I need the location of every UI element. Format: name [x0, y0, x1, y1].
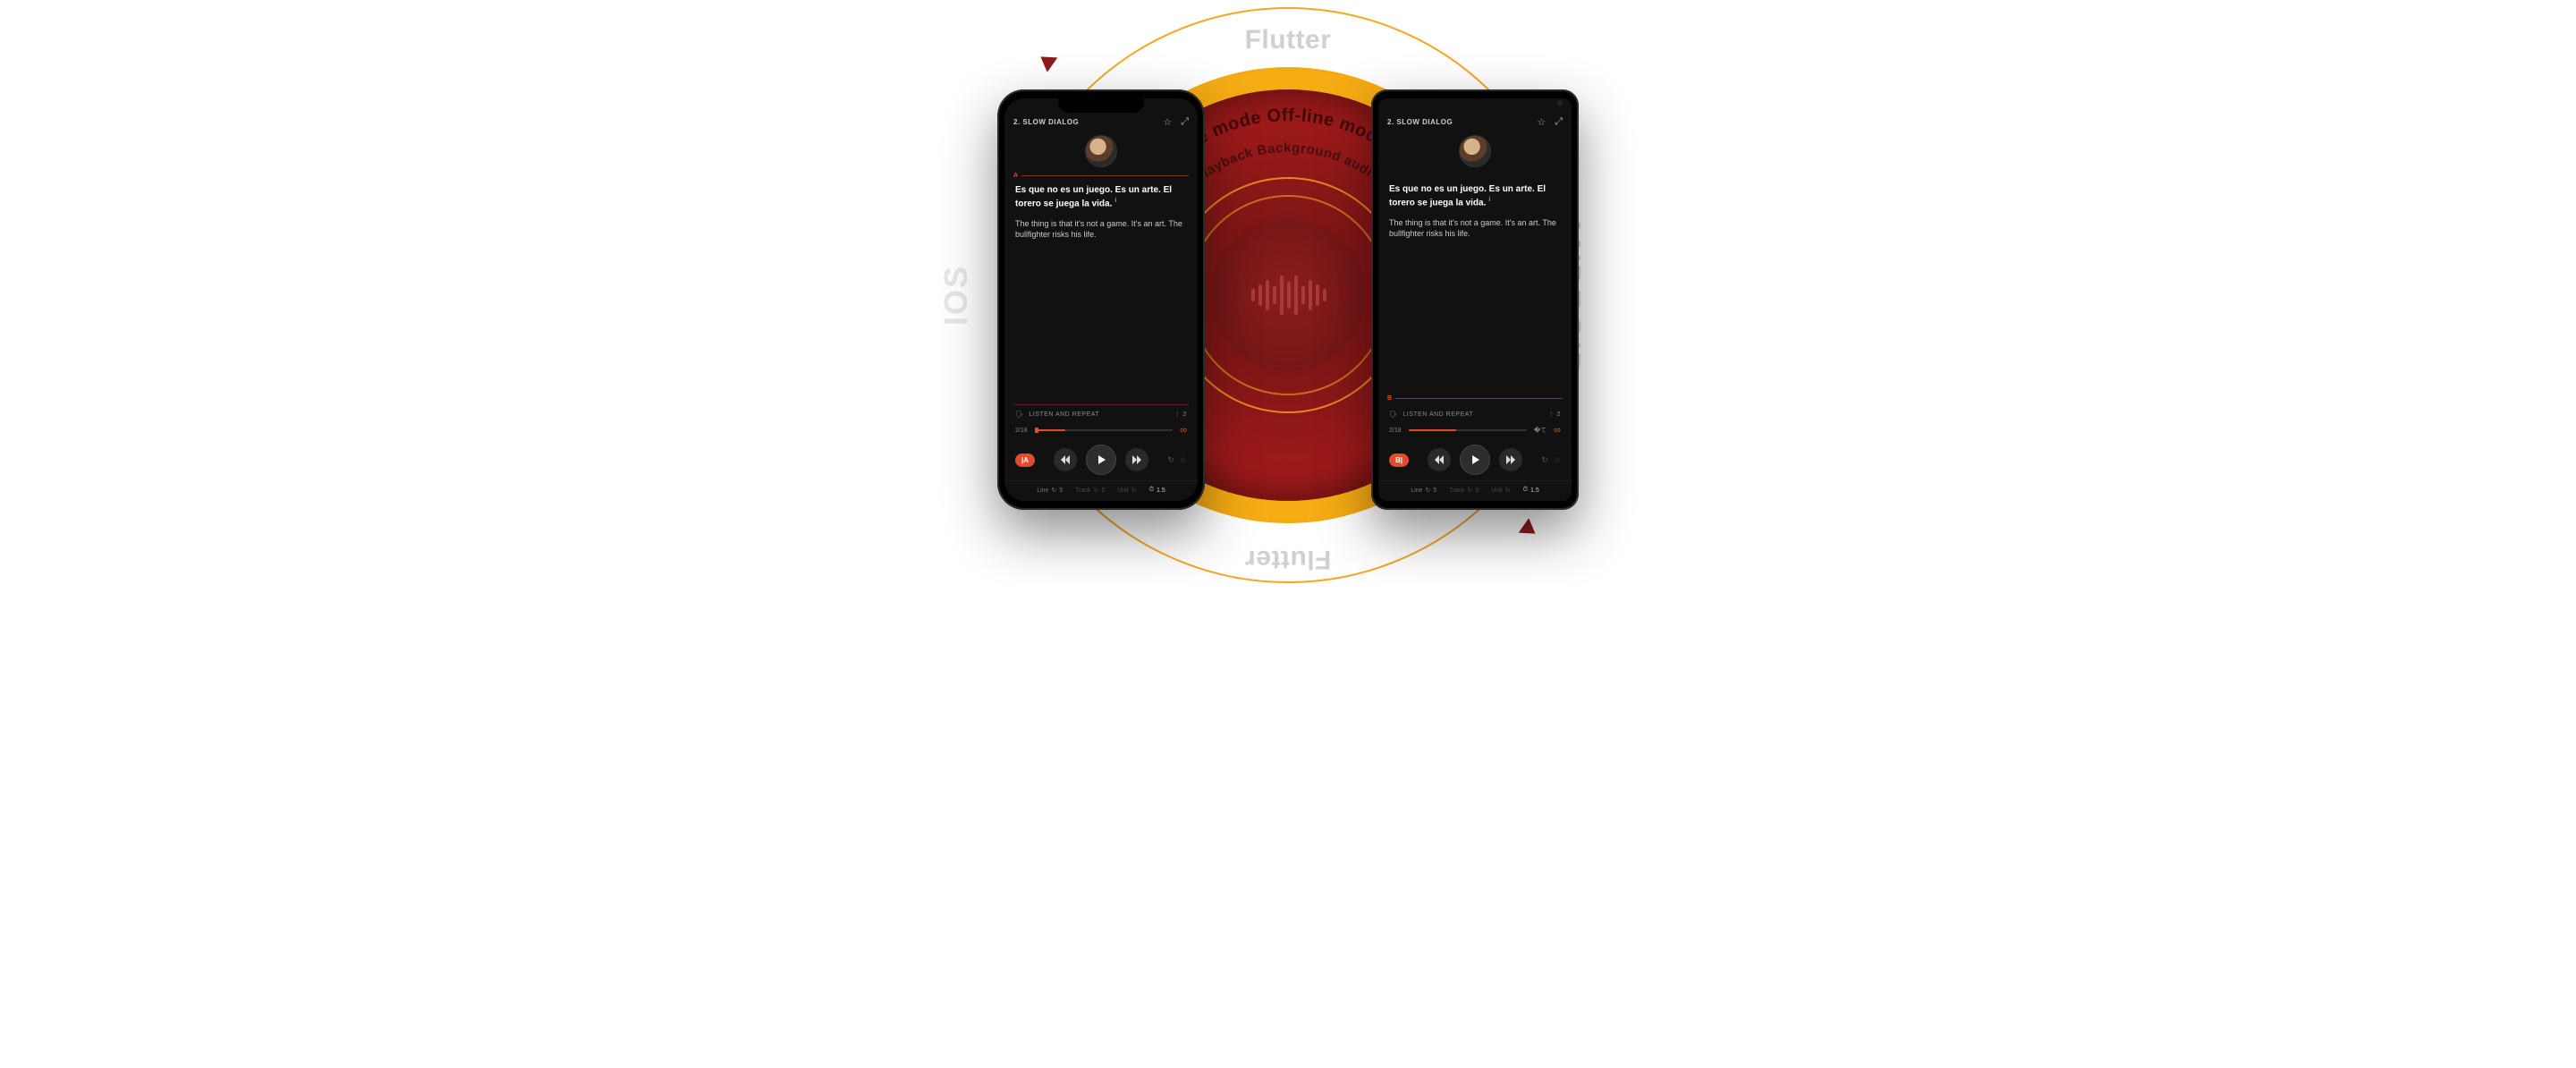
progress-counter: 2/18	[1389, 428, 1402, 434]
iphone-notch	[1058, 97, 1144, 113]
diagram-stage: Off-line mode Off-line mode Off-line mod…	[586, 0, 1990, 590]
forward-button[interactable]	[1499, 448, 1522, 471]
ios-label: IOS	[937, 265, 975, 326]
ab-marker-pill[interactable]: B|	[1389, 453, 1409, 467]
play-button[interactable]	[1086, 445, 1116, 475]
flutter-label-top: Flutter	[1245, 25, 1332, 55]
listen-count: ⋮ 2	[1548, 411, 1561, 418]
core-disc	[1212, 219, 1364, 371]
unit-selector[interactable]: Unit ↻	[1491, 487, 1510, 494]
orbit-arrow-icon	[1036, 49, 1058, 72]
screen-title: 2. SLOW DIALOG	[1387, 118, 1453, 126]
speed-control[interactable]: ⏱ 1.5	[1523, 487, 1539, 494]
ios-screen: 2. SLOW DIALOG ☆ ⤢ A Es que no es un jue…	[1004, 98, 1198, 501]
star-outline-icon[interactable]: ☆	[1180, 455, 1187, 465]
android-screen: 2. SLOW DIALOG ☆ ⤢ Es que no es un juego…	[1378, 98, 1572, 501]
translation-sentence: The thing is that it's not a game. It's …	[1015, 218, 1187, 240]
track-selector[interactable]: Track ↻ 5	[1075, 487, 1105, 494]
star-icon[interactable]: ☆	[1537, 116, 1546, 128]
footnote-marker[interactable]: i	[1488, 197, 1490, 203]
repeat-icon[interactable]: ↻	[1167, 455, 1174, 465]
flutter-label-bottom: Flutter	[1245, 544, 1332, 574]
ab-marker-pill[interactable]: |A	[1015, 453, 1035, 467]
bottom-bar: Line ↻ 5 Track ↻ 5 Unit ↻ ⏱ 1.5	[1004, 480, 1198, 501]
ab-range-icon[interactable]: �て	[1534, 426, 1546, 435]
android-camera-dot	[1557, 100, 1563, 106]
star-icon[interactable]: ☆	[1163, 116, 1172, 128]
speed-control[interactable]: ⏱ 1.5	[1149, 487, 1165, 494]
speaker-avatar[interactable]	[1085, 135, 1117, 167]
orbit-arrow-icon	[1519, 518, 1541, 541]
waveform-icon	[1248, 273, 1328, 318]
progress-bar[interactable]	[1035, 429, 1174, 431]
progress-bar[interactable]	[1409, 429, 1527, 431]
repeat-icon[interactable]: ↻	[1541, 455, 1548, 465]
progress-counter: 2/18	[1015, 428, 1028, 434]
play-button[interactable]	[1460, 445, 1490, 475]
unit-selector[interactable]: Unit ↻	[1117, 487, 1136, 494]
line-selector[interactable]: Line ↻ 5	[1037, 487, 1063, 494]
listen-repeat-label: LISTEN AND REPEAT	[1029, 411, 1099, 418]
listen-repeat-label: LISTEN AND REPEAT	[1402, 411, 1473, 418]
marker-line	[1021, 175, 1189, 176]
listen-repeat-icon[interactable]: 🗣	[1015, 411, 1023, 418]
star-outline-icon[interactable]: ☆	[1554, 455, 1561, 465]
listen-repeat-icon[interactable]: 🗣	[1389, 411, 1397, 418]
top-bar: 2. SLOW DIALOG ☆ ⤢	[1378, 98, 1572, 133]
footnote-marker[interactable]: i	[1114, 198, 1116, 204]
loop-icon[interactable]: ∞	[1554, 425, 1561, 436]
forward-button[interactable]	[1125, 448, 1148, 471]
marker-b-label: B	[1387, 395, 1392, 402]
listen-count: ⋮ 2	[1174, 411, 1187, 418]
android-phone-mockup: 2. SLOW DIALOG ☆ ⤢ Es que no es un juego…	[1371, 89, 1579, 510]
source-sentence: Es que no es un juego. Es un arte. El to…	[1389, 183, 1561, 208]
expand-icon[interactable]: ⤢	[1555, 116, 1563, 128]
speaker-avatar[interactable]	[1459, 135, 1491, 167]
line-selector[interactable]: Line ↻ 5	[1411, 487, 1436, 494]
marker-line	[1395, 398, 1563, 399]
expand-icon[interactable]: ⤢	[1181, 116, 1189, 128]
rewind-button[interactable]	[1054, 448, 1077, 471]
ios-phone-mockup: 2. SLOW DIALOG ☆ ⤢ A Es que no es un jue…	[997, 89, 1205, 510]
rewind-button[interactable]	[1428, 448, 1451, 471]
marker-a-label: A	[1013, 173, 1018, 179]
section-separator	[1013, 404, 1189, 405]
bottom-bar: Line ↻ 5 Track ↻ 5 Unit ↻ ⏱ 1.5	[1378, 480, 1572, 501]
track-selector[interactable]: Track ↻ 5	[1449, 487, 1479, 494]
source-sentence: Es que no es un juego. Es un arte. El to…	[1015, 184, 1187, 209]
loop-icon[interactable]: ∞	[1180, 425, 1187, 436]
translation-sentence: The thing is that it's not a game. It's …	[1389, 217, 1561, 239]
screen-title: 2. SLOW DIALOG	[1013, 118, 1079, 126]
